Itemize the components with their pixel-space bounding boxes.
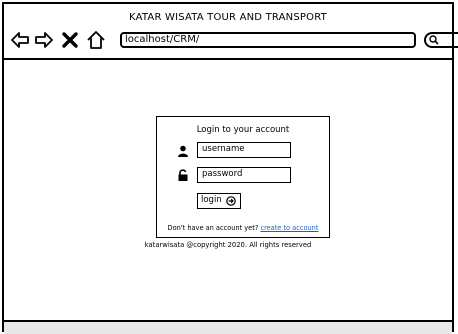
lock-icon bbox=[178, 169, 188, 181]
login-heading: Login to your account bbox=[196, 125, 290, 135]
browser-toolbar: KATAR WISATA TOUR AND TRANSPORT localhos… bbox=[4, 4, 458, 60]
status-bar bbox=[4, 320, 452, 334]
user-icon bbox=[178, 145, 188, 157]
circle-arrow-right-icon bbox=[226, 196, 236, 206]
login-panel: Login to your account username password … bbox=[156, 116, 330, 238]
close-icon[interactable] bbox=[60, 30, 80, 50]
home-icon[interactable] bbox=[86, 30, 106, 50]
create-account-link[interactable]: create to account bbox=[260, 224, 318, 232]
address-bar[interactable]: localhost/CRM/ bbox=[120, 32, 416, 48]
username-field[interactable]: username bbox=[197, 142, 291, 158]
copyright-text: katarwisata @copyright 2020. All rights … bbox=[144, 241, 312, 249]
search-icon bbox=[429, 35, 439, 45]
back-arrow-icon[interactable] bbox=[10, 30, 30, 50]
search-input[interactable] bbox=[424, 32, 458, 48]
login-button-label: login bbox=[201, 195, 222, 205]
signup-prompt-line: Don't have an account yet? create to acc… bbox=[157, 224, 329, 232]
browser-window: KATAR WISATA TOUR AND TRANSPORT localhos… bbox=[2, 2, 458, 334]
password-field[interactable]: password bbox=[197, 167, 291, 183]
window-title: KATAR WISATA TOUR AND TRANSPORT bbox=[129, 12, 327, 23]
signup-prompt: Don't have an account yet? bbox=[167, 224, 259, 232]
forward-arrow-icon[interactable] bbox=[34, 30, 54, 50]
login-button[interactable]: login bbox=[197, 193, 241, 209]
